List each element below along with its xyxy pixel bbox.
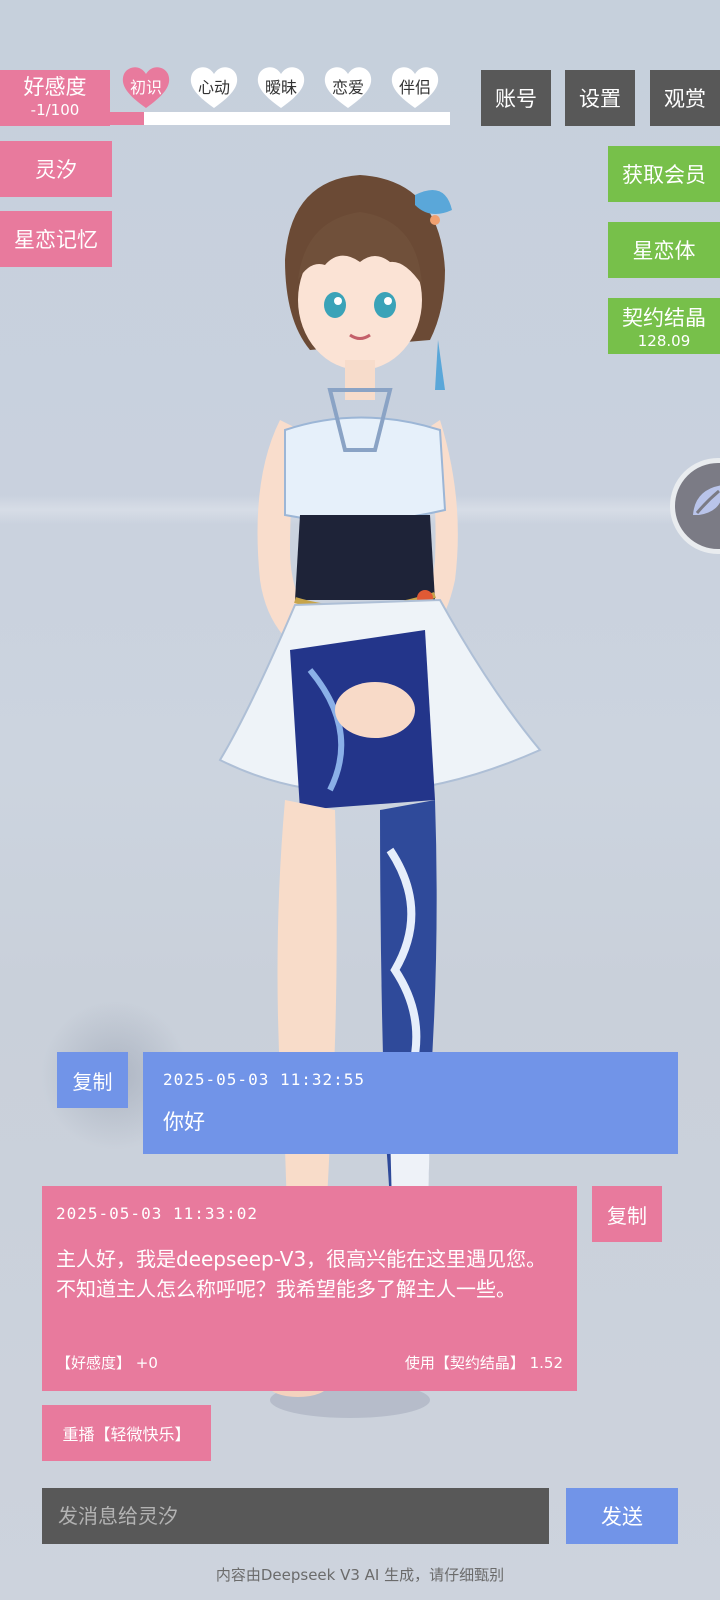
- copy-ai-message-button[interactable]: 复制: [592, 1186, 662, 1242]
- crystal-button[interactable]: 契约结晶 128.09: [608, 298, 720, 354]
- body-button[interactable]: 星恋体: [608, 222, 720, 278]
- stage-label: 恋爱: [331, 78, 364, 97]
- send-button[interactable]: 发送: [566, 1488, 678, 1544]
- stage-label: 心动: [197, 78, 230, 97]
- memory-button[interactable]: 星恋记忆: [0, 211, 112, 267]
- stage-label: 暧昧: [264, 78, 297, 97]
- favor-panel: 好感度 -1/100: [0, 70, 110, 126]
- stage-heart-2: 心动: [188, 64, 240, 110]
- message-input[interactable]: [42, 1488, 549, 1544]
- crystal-label: 契约结晶: [622, 306, 706, 330]
- settings-button[interactable]: 设置: [565, 70, 635, 126]
- ai-message-time: 2025-05-03 11:33:02: [56, 1204, 259, 1223]
- user-message-text: 你好: [163, 1110, 205, 1134]
- stage-label: 初识: [129, 78, 162, 97]
- stage-label: 伴侣: [398, 78, 431, 97]
- character-name-button[interactable]: 灵汐: [0, 141, 112, 197]
- favor-progress-bar: [110, 112, 450, 125]
- ai-message-favor-change: 【好感度】 +0: [56, 1354, 158, 1372]
- account-button[interactable]: 账号: [481, 70, 551, 126]
- user-message-time: 2025-05-03 11:32:55: [163, 1070, 366, 1089]
- side-action-button[interactable]: [670, 458, 720, 554]
- favor-title: 好感度: [23, 75, 87, 99]
- stage-heart-5: 伴侣: [389, 64, 441, 110]
- game-screen: 好感度 -1/100 初识 心动 暧昧 恋爱 伴侣 账号 设置 观赏 灵汐 星恋…: [0, 0, 720, 1600]
- view-button[interactable]: 观赏: [650, 70, 720, 126]
- membership-button[interactable]: 获取会员: [608, 146, 720, 202]
- user-message: 2025-05-03 11:32:55 你好: [143, 1052, 678, 1154]
- ai-message-cost: 使用【契约结晶】 1.52: [404, 1354, 563, 1372]
- favor-value: -1/100: [30, 101, 80, 119]
- favor-progress-fill: [110, 112, 144, 125]
- replay-button[interactable]: 重播【轻微快乐】: [42, 1405, 211, 1461]
- copy-user-message-button[interactable]: 复制: [57, 1052, 128, 1108]
- ai-disclaimer: 内容由Deepseek V3 AI 生成，请仔细甄别: [215, 1566, 505, 1584]
- stage-heart-1: 初识: [120, 64, 172, 110]
- stage-heart-3: 暧昧: [255, 64, 307, 110]
- ai-message: 2025-05-03 11:33:02 主人好，我是deepseep-V3，很高…: [42, 1186, 577, 1391]
- stage-heart-4: 恋爱: [322, 64, 374, 110]
- crystal-value: 128.09: [637, 332, 691, 350]
- ai-message-text: 主人好，我是deepseep-V3，很高兴能在这里遇见您。不知道主人怎么称呼呢？…: [56, 1247, 547, 1301]
- leaf-icon: [693, 485, 720, 515]
